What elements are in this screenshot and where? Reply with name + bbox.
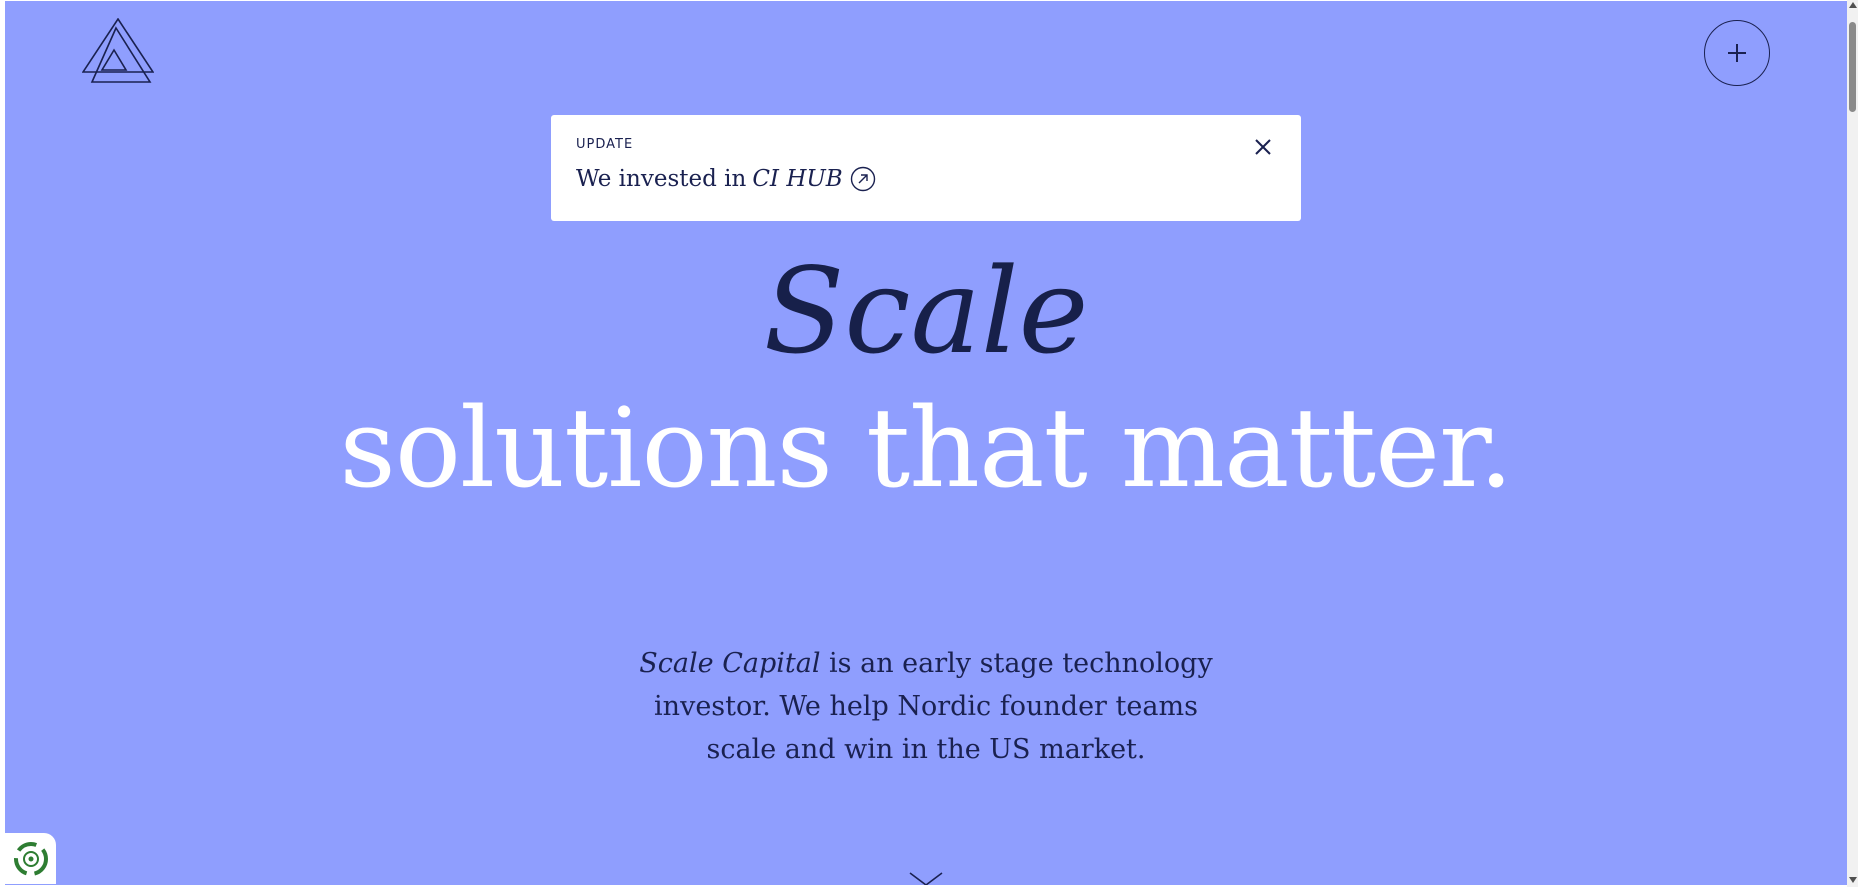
triangles-logo-icon xyxy=(81,17,155,83)
notice-label: UPDATE xyxy=(576,137,634,152)
notice-text-prefix: We invested in xyxy=(576,166,747,192)
menu-button[interactable] xyxy=(1704,20,1770,86)
notice-company-link[interactable]: CI HUB xyxy=(752,166,842,192)
close-notice-button[interactable] xyxy=(1251,135,1275,159)
scroll-down-indicator[interactable] xyxy=(908,871,944,885)
close-icon xyxy=(1255,139,1271,155)
hero-title-line-2: solutions that matter. xyxy=(339,384,1513,512)
page: UPDATE We invested in CI HUB Scale solut… xyxy=(5,1,1847,885)
plus-icon xyxy=(1728,44,1746,62)
chevron-down-icon xyxy=(909,872,943,885)
scroll-up-arrow[interactable] xyxy=(1849,2,1857,8)
company-name: Scale Capital xyxy=(639,648,821,679)
notice-text[interactable]: We invested in CI HUB xyxy=(576,166,1276,192)
update-notice: UPDATE We invested in CI HUB xyxy=(551,115,1301,221)
logo[interactable] xyxy=(81,17,155,84)
recycle-badge[interactable] xyxy=(5,833,56,884)
vertical-scrollbar[interactable] xyxy=(1847,0,1858,887)
arrow-up-right-circle-icon[interactable] xyxy=(850,166,876,192)
recycle-badge-icon xyxy=(13,841,48,876)
hero-title-line-1: Scale xyxy=(763,242,1089,380)
intro-description: Scale Capital is an early stage technolo… xyxy=(626,642,1226,771)
scrollbar-thumb[interactable] xyxy=(1849,22,1856,112)
scroll-down-arrow[interactable] xyxy=(1849,877,1857,883)
